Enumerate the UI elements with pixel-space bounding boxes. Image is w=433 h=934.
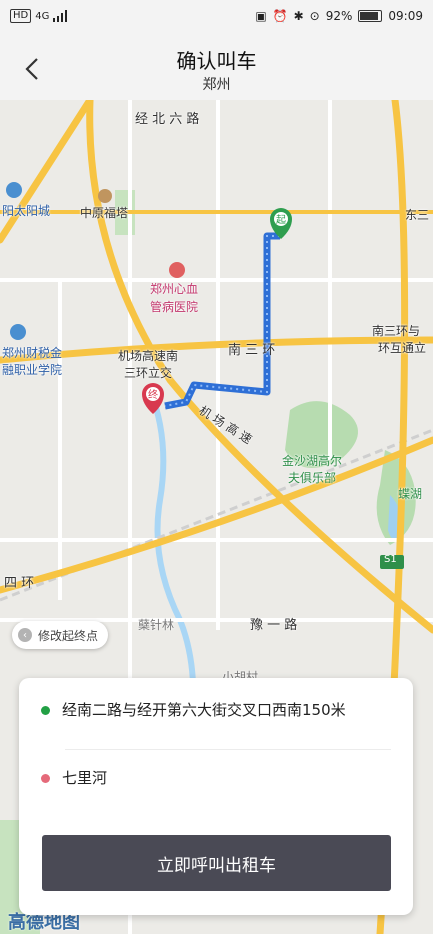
end-dot-icon	[41, 774, 50, 783]
map-label: 机场高速南	[118, 349, 179, 363]
s1-label: S1	[384, 554, 397, 565]
location-icon: ⊙	[309, 9, 320, 23]
divider	[65, 749, 391, 750]
bluetooth-icon: ✱	[293, 9, 304, 23]
map-label: 环互通立	[378, 341, 427, 355]
status-right: ▣ ⏰ ✱ ⊙ 92% 09:09	[255, 9, 423, 23]
alarm-icon: ⏰	[272, 9, 288, 23]
map-label: 蝶湖	[398, 487, 423, 501]
map-label: 融职业学院	[2, 363, 63, 377]
map-label: 郑州心血	[150, 282, 199, 296]
poi-icon-west	[6, 182, 22, 198]
nfc-icon: ▣	[255, 9, 267, 23]
network-label: 4G	[35, 10, 50, 22]
map-label: 郑州财税金	[2, 346, 63, 360]
map-label: 南 三 环	[228, 343, 276, 358]
nav-header: 确认叫车 郑州	[0, 34, 433, 101]
start-pin-label: 起	[276, 215, 286, 226]
status-bar: HD 4G ▣ ⏰ ✱ ⊙ 92% 09:09	[0, 0, 433, 34]
school-icon	[10, 324, 26, 340]
chevron-left-small-icon: ‹	[18, 628, 32, 642]
map-label: 金沙湖高尔	[282, 454, 343, 468]
start-dot-icon	[41, 706, 50, 715]
map-label: 经 北 六 路	[135, 112, 200, 127]
hospital-icon	[169, 262, 185, 278]
hd-badge: HD	[10, 9, 32, 23]
trip-card: 经南二路与经开第六大街交叉口西南150米 七里河 立即呼叫出租车	[19, 678, 413, 915]
modify-route-button[interactable]: ‹ 修改起终点	[12, 621, 109, 649]
end-location-row[interactable]: 七里河	[41, 768, 391, 789]
map-label: 南三环与	[372, 324, 421, 338]
map-label: 阳太阳城	[2, 204, 51, 218]
end-address: 七里河	[62, 769, 108, 787]
city-subtitle: 郑州	[202, 77, 231, 93]
map-label: 中原福塔	[80, 206, 129, 220]
end-pin-label: 终	[148, 390, 158, 401]
signal-icon	[53, 10, 68, 22]
map-label: 东三	[405, 208, 430, 222]
start-location-row[interactable]: 经南二路与经开第六大街交叉口西南150米	[41, 700, 391, 721]
clock: 09:09	[388, 9, 423, 23]
map-label: 三环立交	[124, 366, 173, 380]
tower-icon	[98, 189, 112, 203]
modify-route-label: 修改起终点	[38, 628, 99, 643]
map-label: 夫俱乐部	[288, 471, 337, 485]
call-taxi-button[interactable]: 立即呼叫出租车	[42, 835, 391, 891]
map-label: 四 环	[4, 576, 35, 591]
status-left: HD 4G	[10, 9, 68, 23]
map-label: 豫 一 路	[250, 618, 298, 633]
battery-percent: 92%	[325, 9, 353, 23]
page-title: 确认叫车	[176, 49, 257, 73]
battery-icon	[358, 10, 383, 22]
start-address: 经南二路与经开第六大街交叉口西南150米	[62, 701, 346, 719]
map-label: 管病医院	[150, 300, 199, 314]
map-label: 蘖针林	[138, 618, 175, 632]
